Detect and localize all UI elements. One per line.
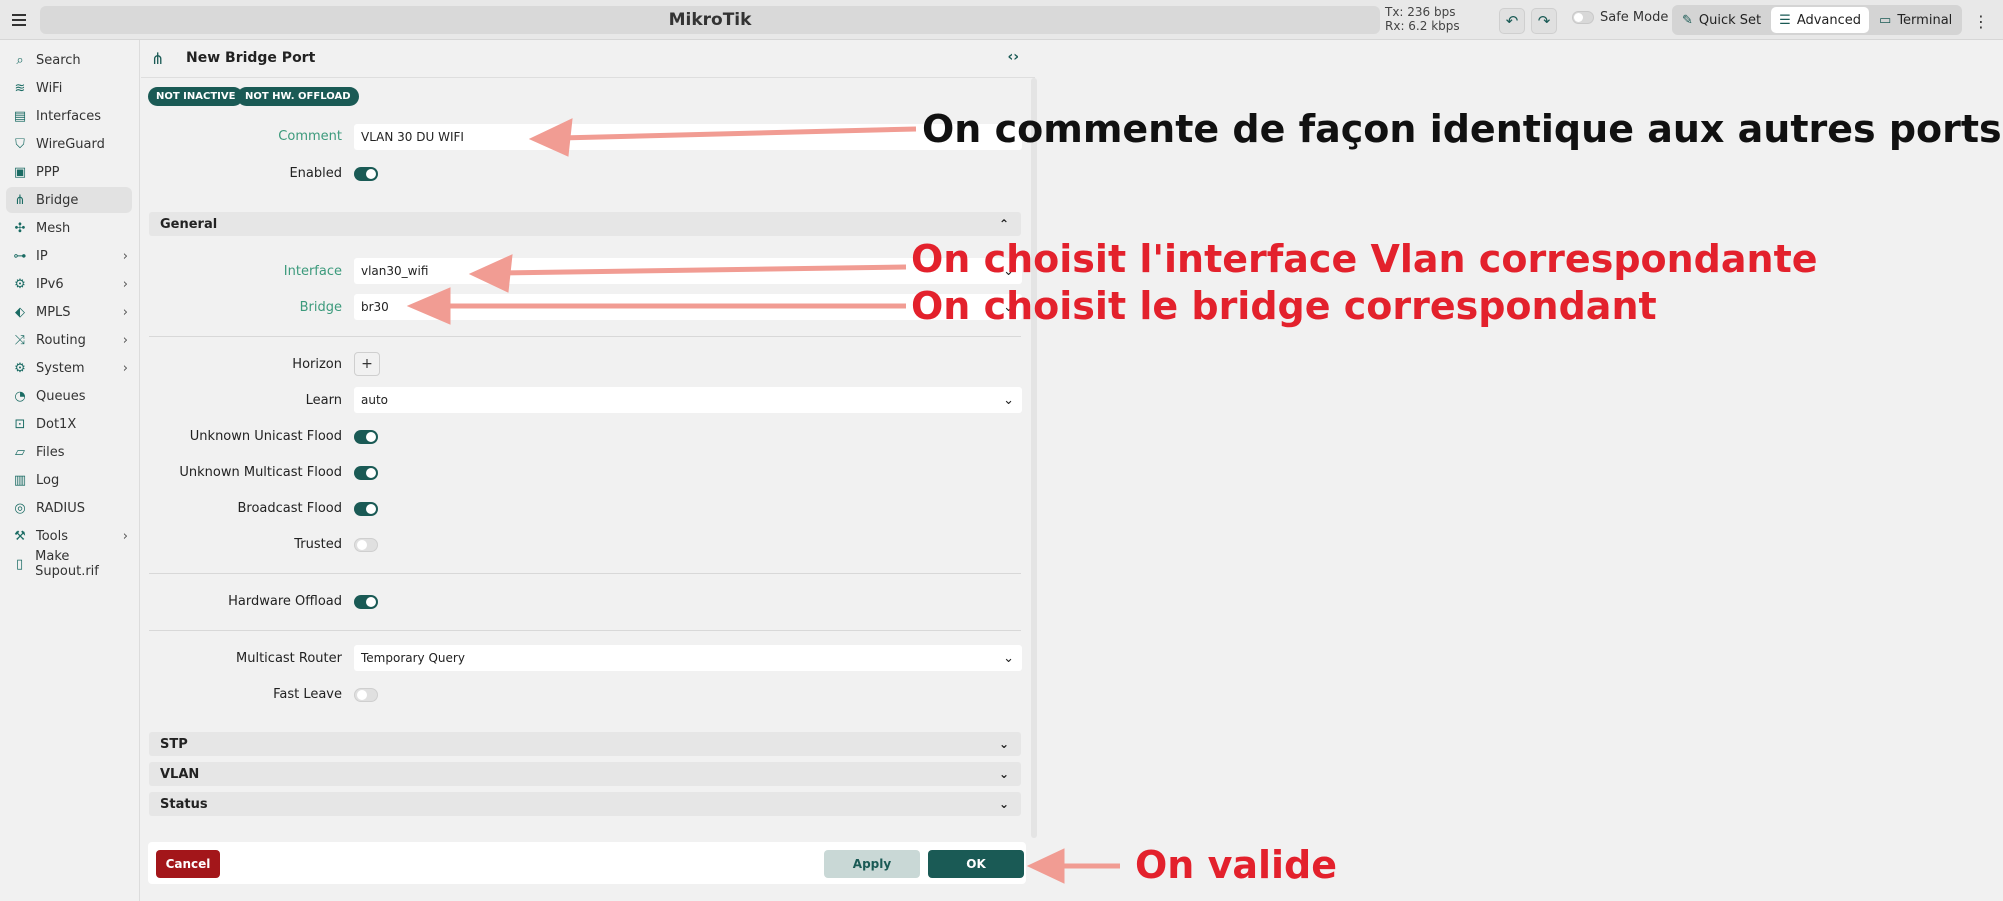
arrowhead-interface <box>468 254 513 293</box>
annotation-comment: On commente de façon identique aux autre… <box>922 107 2002 151</box>
arrow-interface <box>499 264 907 276</box>
arrowhead-bridge <box>406 287 451 325</box>
arrow-comment <box>559 126 917 141</box>
annotation-interface: On choisit l'interface Vlan correspondan… <box>911 237 1818 281</box>
annotation-bridge: On choisit le bridge correspondant <box>911 284 1657 328</box>
annotation-ok: On valide <box>1135 843 1338 887</box>
arrowhead-ok <box>1026 848 1065 884</box>
arrowhead-comment <box>528 118 573 157</box>
